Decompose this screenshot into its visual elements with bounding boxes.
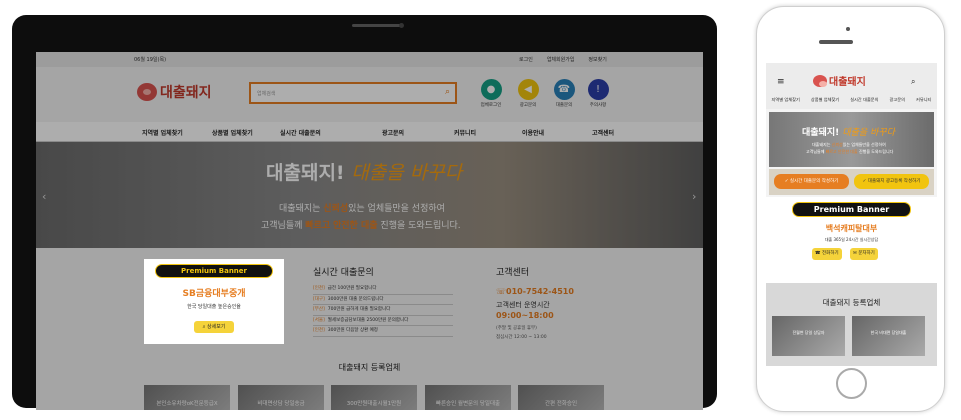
premium-company-name: 백석캐피탈대부 (825, 224, 878, 233)
search-icon[interactable]: ⌕ (911, 77, 915, 87)
tablet-camera (399, 23, 404, 28)
realtime-inquiry-button[interactable]: ✓ 실시간 대출문의 작성하기 (774, 174, 849, 189)
mobile-hero: 대출돼지! 대출을 바꾸다 대출돼지는 신뢰성있는 업체들만을 선정하여 고객님… (769, 112, 934, 167)
mobile-cta-row: ✓ 실시간 대출문의 작성하기 ✓ 대출돼지 광고등록 작성하기 (769, 169, 934, 195)
tablet-screen: 06월 19일(목) 로그인 업체회원가입 정보찾기 대출돼지 업체검색 ⌕ ●… (36, 52, 703, 410)
mobile-hero-line1: 대출돼지는 신뢰성있는 업체들만을 선정하여 (812, 142, 886, 147)
check-icon: ✓ (784, 179, 789, 184)
tablet-speaker (352, 24, 402, 27)
company-card[interactable]: 한국 비대면 당일대출 (852, 316, 925, 356)
ad-register-button[interactable]: ✓ 대출돼지 광고등록 작성하기 (854, 174, 929, 189)
check-icon: ✓ (862, 179, 867, 184)
mobile-registered-title: 대출돼지 등록업체 (822, 298, 881, 307)
pig-logo-icon (813, 74, 827, 87)
mobile-nav-item[interactable]: 광고문의 (890, 97, 905, 103)
mobile-hero-line2: 고객님들께 빠르고 안전한 대출 진행을 도와드립니다 (806, 149, 894, 154)
phone-mockup: ≡ 대출돼지 ⌕ 지역별 업체찾기 상품별 업체찾기 실시간 대출문의 광고문의… (756, 6, 945, 412)
company-card[interactable]: 전월변 당일 상담자 (772, 316, 845, 356)
search-icon: ⌕ (202, 324, 206, 330)
phone-screen: ≡ 대출돼지 ⌕ 지역별 업체찾기 상품별 업체찾기 실시간 대출문의 광고문의… (766, 63, 937, 366)
hamburger-menu-icon[interactable]: ≡ (777, 77, 785, 87)
mobile-header: ≡ 대출돼지 ⌕ 지역별 업체찾기 상품별 업체찾기 실시간 대출문의 광고문의… (766, 63, 937, 109)
premium-badge: Premium Banner (155, 264, 273, 278)
phone-speaker (819, 40, 853, 44)
mobile-premium-banner[interactable]: Premium Banner 백석캐피탈대부 대출 365일 24시간 실시간상… (766, 197, 937, 283)
phone-camera (846, 27, 850, 31)
phone-icon: ☎ (815, 251, 821, 256)
home-button[interactable] (836, 368, 867, 399)
premium-company-name: SB금융대부중개 (182, 289, 246, 299)
mobile-nav-item[interactable]: 커뮤니티 (916, 97, 931, 103)
mobile-hero-title: 대출돼지! 대출을 바꾸다 (802, 128, 895, 138)
premium-desc: 대출 365일 24시간 실시간상담 (824, 237, 879, 242)
premium-banner[interactable]: Premium Banner SB금융대부중개 한국 당일대출 높은승인율 ⌕ … (144, 259, 284, 344)
call-button[interactable]: ☎ 전화하기 (812, 248, 842, 260)
mobile-registered: 대출돼지 등록업체 전월변 당일 상담자 한국 비대면 당일대출 (766, 283, 937, 366)
tablet-mockup: 06월 19일(목) 로그인 업체회원가입 정보찾기 대출돼지 업체검색 ⌕ ●… (12, 15, 717, 410)
mobile-nav-item[interactable]: 실시간 대출문의 (850, 97, 878, 103)
logo-text: 대출돼지 (829, 77, 866, 88)
mobile-nav-item[interactable]: 상품별 업체찾기 (811, 97, 839, 103)
mobile-nav: 지역별 업체찾기 상품별 업체찾기 실시간 대출문의 광고문의 커뮤니티 (766, 97, 937, 103)
sms-button[interactable]: ✉ 문자하기 (850, 248, 878, 260)
mobile-logo[interactable]: 대출돼지 (813, 73, 866, 88)
chat-icon: ✉ (853, 251, 857, 256)
dim-overlay (36, 52, 703, 410)
detail-button[interactable]: ⌕ 상세보기 (194, 321, 234, 333)
mobile-nav-item[interactable]: 지역별 업체찾기 (772, 97, 800, 103)
premium-badge: Premium Banner (792, 202, 911, 217)
premium-desc: 한국 당일대출 높은승인율 (187, 304, 241, 310)
